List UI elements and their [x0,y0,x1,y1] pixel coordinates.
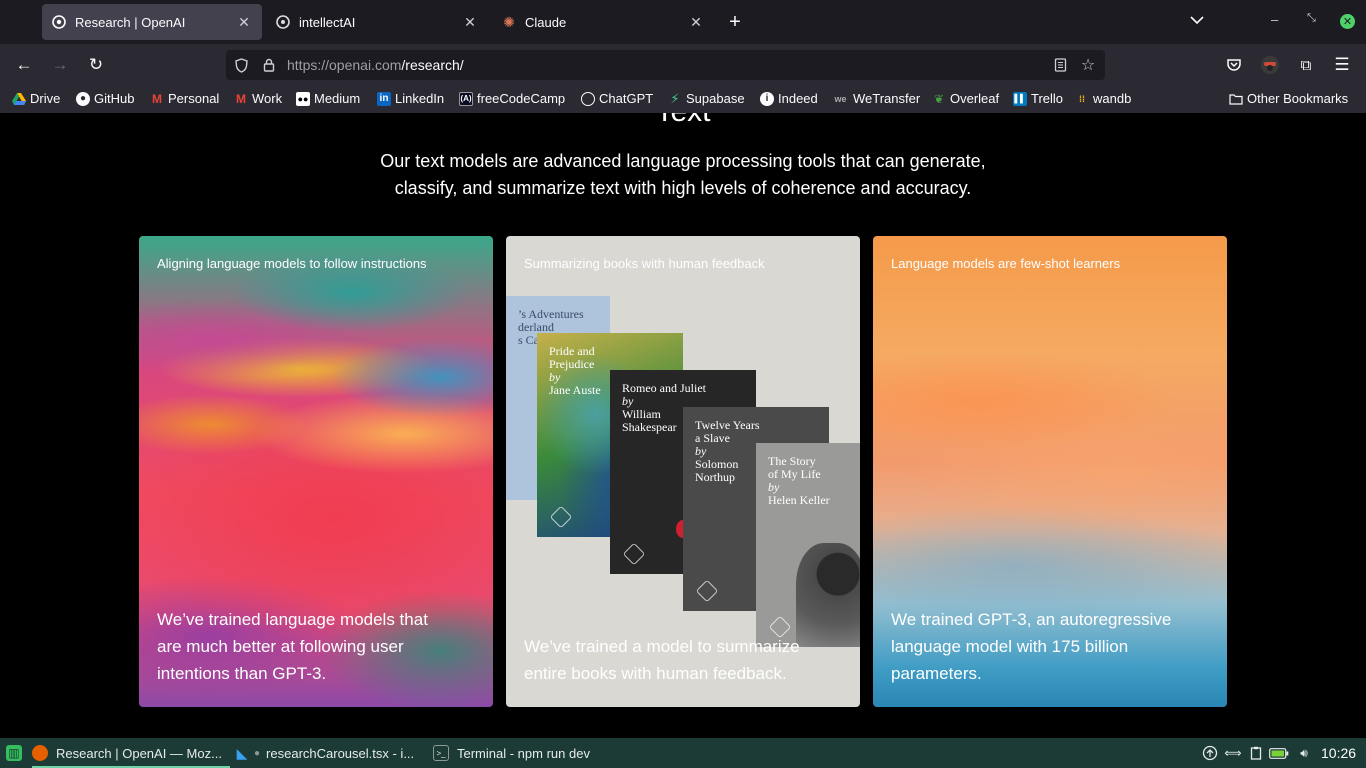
network-icon[interactable]: ⟺ [1224,745,1242,761]
close-tab-icon[interactable]: ✕ [688,14,704,31]
github-icon: ● [76,91,90,106]
tab-label: intellectAI [299,14,356,30]
clock: 10:26 [1321,745,1357,761]
research-card-few-shot-learners[interactable]: Language models are few-shot learners We… [873,236,1227,707]
page-content: Text Our text models are advanced langua… [0,113,1366,738]
drive-icon [12,92,26,106]
research-card-instructions[interactable]: Aligning language models to follow instr… [139,236,493,707]
tab-claude[interactable]: ✺ Claude ✕ [492,4,714,40]
overleaf-icon: ❦ [933,91,945,106]
linkedin-icon: in [377,91,391,106]
taskbar-item-vscode[interactable]: ◣ ● researchCarousel.tsx - i... [234,738,415,768]
battery-icon[interactable] [1268,745,1290,761]
extensions-icon[interactable]: ⧉ [1294,53,1318,77]
clipboard-icon[interactable] [1247,745,1265,761]
openai-icon [52,15,66,29]
list-all-tabs-icon[interactable] [1190,13,1204,28]
gmail-icon: M [236,91,246,106]
medium-icon: ●● [296,91,310,106]
chatgpt-icon [581,91,595,106]
openai-seal-icon [695,579,719,603]
tab-intellectai[interactable]: intellectAI ✕ [266,4,488,40]
bookmark-overleaf[interactable]: ❦ Overleaf [932,91,999,106]
unsaved-dot-icon: ● [254,747,261,759]
portrait-illustration [796,543,860,647]
bookmark-medium[interactable]: ●● Medium [296,91,360,106]
bookmark-personal[interactable]: M Personal [150,91,219,106]
bookmark-star-icon[interactable]: ☆ [1079,56,1097,74]
bookmark-wandb[interactable]: ⁞⁞ wandb [1075,91,1131,106]
tab-research-openai[interactable]: Research | OpenAI ✕ [42,4,262,40]
card-title: Summarizing books with human feedback [524,256,765,271]
account-avatar-icon[interactable] [1258,53,1282,77]
firefox-icon [32,745,48,761]
vscode-icon: ◣ [236,744,248,761]
claude-icon: ✺ [503,13,515,30]
bookmark-indeed[interactable]: i Indeed [760,91,818,106]
minimize-icon[interactable]: – [1271,12,1278,27]
intellectai-icon [276,15,290,29]
bookmark-chatgpt[interactable]: ChatGPT [581,91,653,106]
openai-seal-icon [622,542,646,566]
folder-icon [1229,92,1243,106]
card-description: We’ve trained language models that are m… [157,610,428,683]
close-window-icon[interactable]: ✕ [1340,14,1355,29]
tab-label: Claude [525,14,567,30]
trello-icon: ▌▌ [1013,91,1027,106]
manjaro-icon: ▥ [6,745,22,761]
restore-icon[interactable]: ⤡ [1307,12,1316,25]
bookmark-trello[interactable]: ▌▌ Trello [1013,91,1063,106]
close-tab-icon[interactable]: ✕ [236,14,252,31]
url-bar[interactable]: https://openai.com/research/ ☆ [226,50,1105,80]
forward-icon[interactable]: → [48,53,72,77]
bookmarks-toolbar: Drive ● GitHub M Personal M Work ●● Medi… [0,86,1366,113]
wetransfer-icon: we [834,93,847,104]
bookmark-github[interactable]: ● GitHub [76,91,134,106]
close-tab-icon[interactable]: ✕ [462,14,478,31]
taskbar: ▥ Research | OpenAI — Moz... ◣ ● researc… [0,738,1366,768]
card-description: We trained GPT-3, an autoregressive lang… [891,610,1172,683]
bookmark-supabase[interactable]: ⚡ Supabase [668,90,744,107]
card-title: Language models are few-shot learners [891,256,1121,271]
start-menu-button[interactable]: ▥ [6,738,22,768]
tab-label: Research | OpenAI [75,14,186,30]
shield-icon[interactable] [232,56,250,74]
openai-seal-icon [549,505,573,529]
section-description: Our text models are advanced language pr… [380,151,986,198]
card-description: We’ve trained a model to summarize entir… [524,637,800,683]
updates-icon[interactable] [1201,745,1219,761]
tab-bar: Research | OpenAI ✕ intellectAI ✕ ✺ Clau… [0,0,1366,44]
section-heading: Text [0,113,1366,129]
indeed-icon: i [760,91,774,106]
volume-icon[interactable]: 🔊︎ [1295,745,1313,761]
bookmark-wetransfer[interactable]: we WeTransfer [832,91,920,106]
supabase-icon: ⚡ [670,90,680,106]
gmail-icon: M [152,91,162,106]
terminal-icon: >_ [433,745,449,761]
navigation-bar: ← → ↻ https://openai.com/research/ ☆ ⧉ ☰ [0,44,1366,86]
bookmark-freecodecamp[interactable]: (A) freeCodeCamp [459,91,565,106]
bookmark-work[interactable]: M Work [234,91,282,106]
reader-view-icon[interactable] [1051,56,1069,74]
research-card-summarizing-books[interactable]: Summarizing books with human feedback ’s… [506,236,860,707]
bookmark-linkedin[interactable]: in LinkedIn [377,91,444,106]
menu-hamburger-icon[interactable]: ☰ [1330,53,1354,77]
back-icon[interactable]: ← [12,53,36,77]
new-tab-button[interactable]: + [722,8,748,36]
book-cover-story-of-my-life: The Story of My Life by Helen Keller [756,443,860,647]
url-text: https://openai.com/research/ [287,57,464,73]
pocket-icon[interactable] [1222,53,1246,77]
taskbar-item-firefox[interactable]: Research | OpenAI — Moz... [32,738,230,768]
freecodecamp-icon: (A) [459,91,473,106]
reload-icon[interactable]: ↻ [84,53,108,77]
card-title: Aligning language models to follow instr… [157,256,427,271]
lock-icon[interactable] [260,56,278,74]
bookmark-drive[interactable]: Drive [12,91,60,106]
other-bookmarks-folder[interactable]: Other Bookmarks [1229,91,1348,106]
taskbar-item-terminal[interactable]: >_ Terminal - npm run dev [433,738,590,768]
wandb-icon: ⁞⁞ [1079,93,1085,104]
